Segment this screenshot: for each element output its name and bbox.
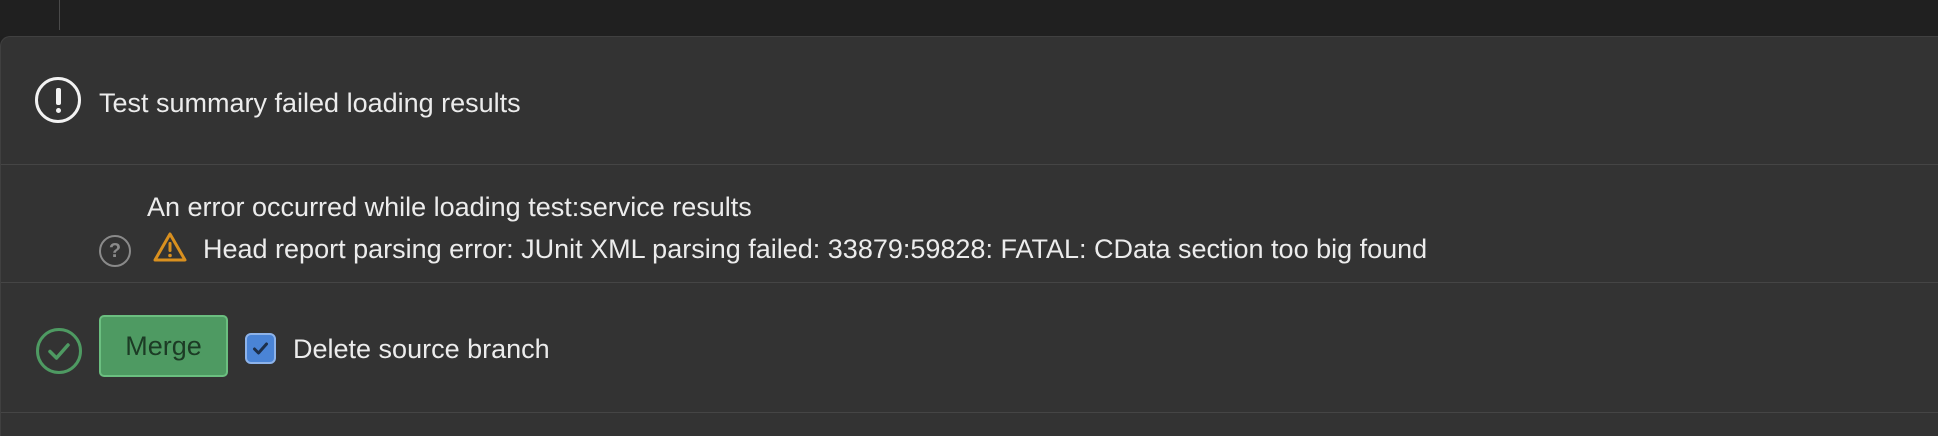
question-circle-icon[interactable]: ? xyxy=(99,235,131,267)
warning-triangle-icon xyxy=(153,232,187,262)
merge-button[interactable]: Merge xyxy=(99,315,228,377)
parsing-error-text: Head report parsing error: JUnit XML par… xyxy=(203,234,1428,264)
test-summary-text: Test summary failed loading results xyxy=(99,88,521,118)
error-detail-title: An error occurred while loading test:ser… xyxy=(147,192,752,222)
delete-source-branch-label[interactable]: Delete source branch xyxy=(293,333,550,365)
alert-circle-icon xyxy=(35,77,81,123)
checkmark-icon xyxy=(253,342,268,355)
top-bar xyxy=(0,0,1938,36)
test-summary-row: Test summary failed loading results xyxy=(1,37,1938,165)
merge-widget-panel: Test summary failed loading results ? An… xyxy=(0,36,1938,436)
delete-source-branch-checkbox[interactable] xyxy=(245,333,276,364)
test-error-detail-row: ? An error occurred while loading test:s… xyxy=(1,165,1938,283)
vertical-divider xyxy=(59,0,60,30)
check-circle-icon xyxy=(36,328,82,374)
merge-row: Merge Delete source branch xyxy=(1,283,1938,413)
